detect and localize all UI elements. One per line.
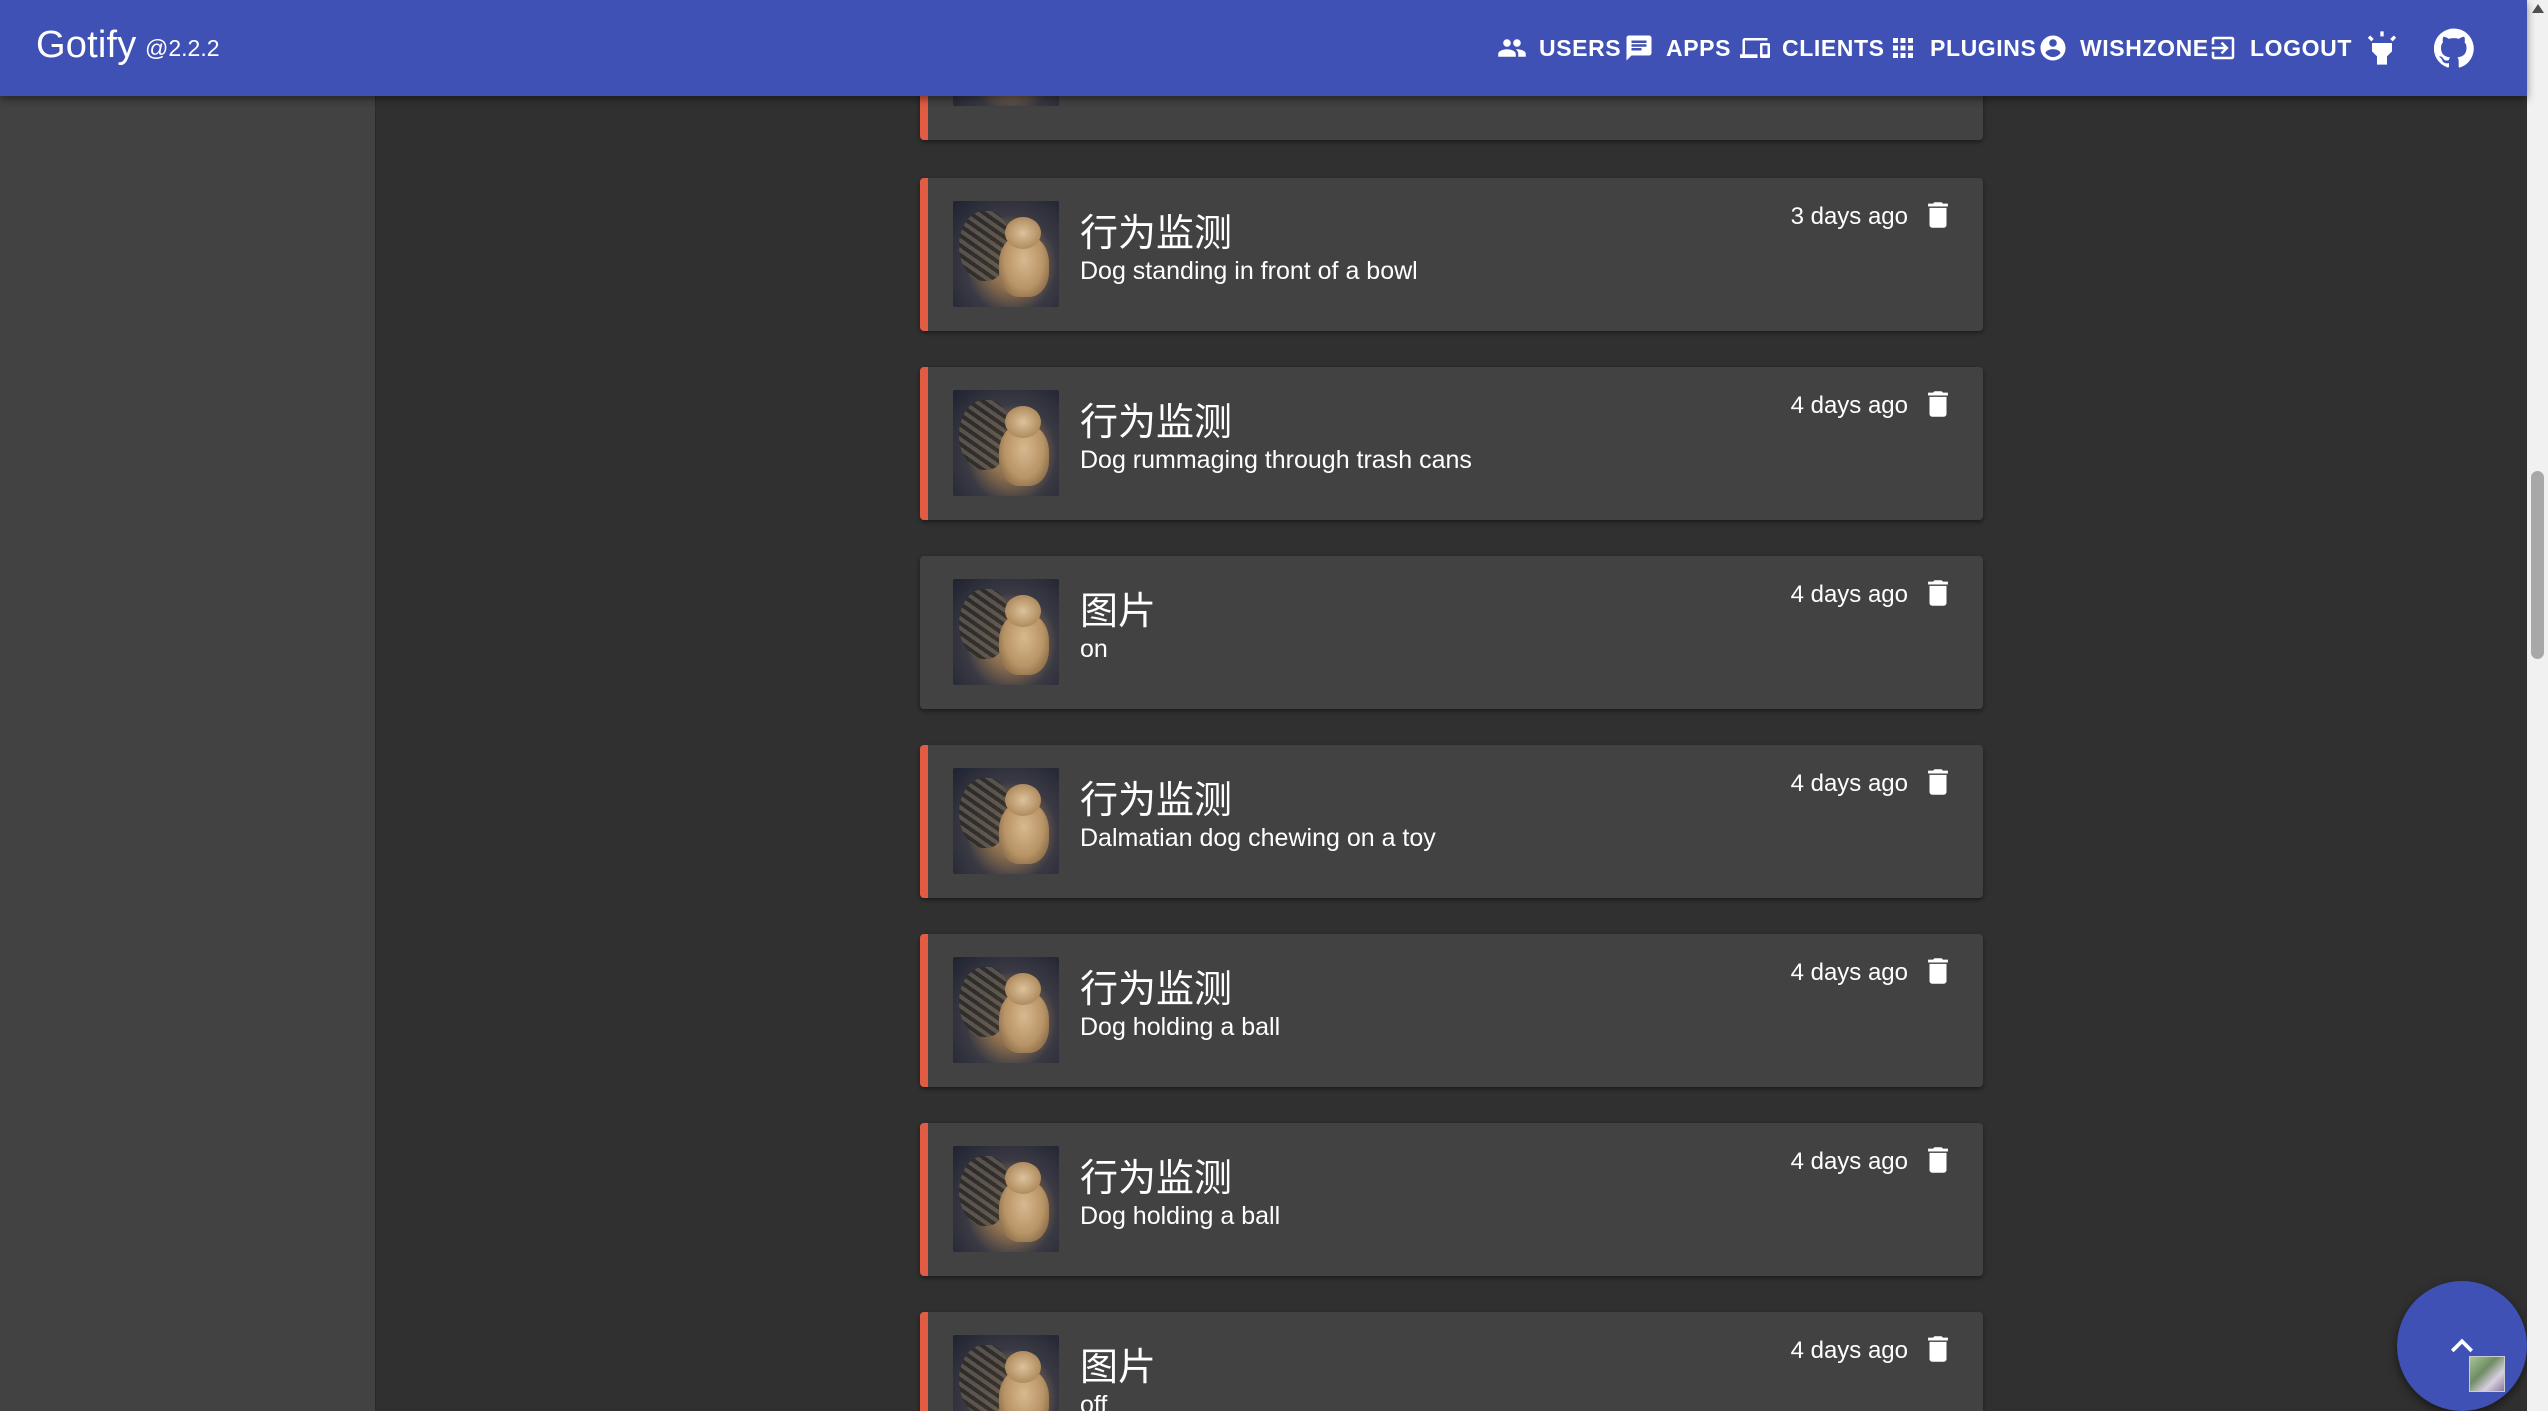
- nav-logout-button[interactable]: LOGOUT: [2208, 28, 2352, 68]
- message-title: 行为监测: [1080, 1156, 1233, 1200]
- message-time: 3 days ago: [1790, 203, 1908, 230]
- app-title[interactable]: Gotify: [36, 24, 136, 67]
- nav-clients-label: CLIENTS: [1782, 34, 1885, 61]
- message-card: 行为监测 Dog standing in front of a bowl 3 d…: [920, 178, 1983, 331]
- message-card: 行为监测 Dog holding a ball 4 days ago: [920, 1123, 1983, 1276]
- message-title: 行为监测: [1080, 778, 1233, 822]
- app-version: @2.2.2: [145, 35, 220, 61]
- scroll-to-top-button[interactable]: [2397, 1281, 2527, 1411]
- message-time: 4 days ago: [1790, 770, 1908, 797]
- github-link[interactable]: [2430, 24, 2478, 72]
- trash-icon: [1928, 1336, 1948, 1362]
- delete-message-button[interactable]: [1921, 198, 1955, 232]
- nav-plugins-label: PLUGINS: [1930, 34, 2037, 61]
- trash-icon: [1928, 1147, 1948, 1173]
- nav-plugins-button[interactable]: PLUGINS: [1888, 28, 2036, 68]
- message-card: 行为监测 Dalmatian dog chewing on a toy 4 da…: [920, 745, 1983, 898]
- message-body: Dog rummaging through trash cans: [1080, 446, 1472, 474]
- message-body: Dog holding a ball: [1080, 1013, 1281, 1041]
- message-title: 行为监测: [1080, 967, 1233, 1011]
- message-image: [953, 768, 1059, 874]
- message-card: 行为监测 Dog holding a ball 4 days ago: [920, 934, 1983, 1087]
- message-image: [953, 957, 1059, 1063]
- theme-toggle-button[interactable]: [2358, 24, 2406, 72]
- apps-grid-icon: [1893, 38, 1913, 58]
- message-time: 4 days ago: [1790, 1337, 1908, 1364]
- message-title: 行为监测: [1080, 211, 1233, 255]
- delete-message-button[interactable]: [1921, 387, 1955, 421]
- message-body: Dalmatian dog chewing on a toy: [1080, 824, 1436, 852]
- trash-icon: [1928, 391, 1948, 417]
- delete-message-button[interactable]: [1921, 576, 1955, 610]
- message-body: Dog standing in front of a bowl: [1080, 257, 1418, 285]
- nav-user-label: WISHZONE: [2080, 34, 2209, 61]
- delete-message-button[interactable]: [1921, 1143, 1955, 1177]
- app-bar: Gotify @2.2.2 USERS APPS CLIENTS PLUGINS…: [0, 0, 2527, 96]
- exit-icon: [2211, 36, 2235, 60]
- trash-icon: [1928, 958, 1948, 984]
- message-card: 图片 off 4 days ago: [920, 1312, 1983, 1411]
- trash-icon: [1928, 769, 1948, 795]
- message-body: off: [1080, 1391, 1108, 1411]
- message-image: [953, 1335, 1059, 1411]
- trash-icon: [1928, 580, 1948, 606]
- message-time: 4 days ago: [1790, 581, 1908, 608]
- chat-icon: [1626, 35, 1652, 61]
- scrollbar[interactable]: [2527, 0, 2548, 1411]
- nav-apps-label: APPS: [1666, 34, 1732, 61]
- message-body: Dog holding a ball: [1080, 1202, 1281, 1230]
- message-body: on: [1080, 635, 1108, 663]
- nav-users-label: USERS: [1539, 34, 1622, 61]
- nav-apps-button[interactable]: APPS: [1624, 28, 1731, 68]
- sidebar: [0, 96, 376, 1411]
- message-card: 图片 on 4 days ago: [920, 556, 1983, 709]
- message-time: 4 days ago: [1790, 959, 1908, 986]
- account-circle-icon: [2040, 35, 2066, 61]
- nav-clients-button[interactable]: CLIENTS: [1740, 28, 1885, 68]
- message-time: 4 days ago: [1790, 392, 1908, 419]
- nav-logout-label: LOGOUT: [2250, 34, 2352, 61]
- message-image: [953, 1146, 1059, 1252]
- message-title: 图片: [1080, 589, 1157, 633]
- nav-users-button[interactable]: USERS: [1497, 28, 1621, 68]
- message-title: 图片: [1080, 1345, 1157, 1389]
- delete-message-button[interactable]: [1921, 1332, 1955, 1366]
- scrollbar-thumb[interactable]: [2531, 471, 2544, 659]
- corner-thumbnail: [2469, 1356, 2505, 1392]
- trash-icon: [1928, 202, 1948, 228]
- delete-message-button[interactable]: [1921, 954, 1955, 988]
- message-image: [953, 201, 1059, 307]
- highlight-icon: [2367, 31, 2397, 65]
- devices-icon: [1740, 38, 1770, 58]
- github-icon: [2434, 28, 2474, 68]
- scroll-up-arrow[interactable]: [2532, 4, 2544, 13]
- delete-message-button[interactable]: [1921, 765, 1955, 799]
- message-time: 4 days ago: [1790, 1148, 1908, 1175]
- message-card: 行为监测 Dog rummaging through trash cans 4 …: [920, 367, 1983, 520]
- message-image: [953, 390, 1059, 496]
- message-image: [953, 579, 1059, 685]
- nav-user-button[interactable]: WISHZONE: [2038, 28, 2209, 68]
- people-icon: [1498, 39, 1526, 57]
- message-title: 行为监测: [1080, 400, 1233, 444]
